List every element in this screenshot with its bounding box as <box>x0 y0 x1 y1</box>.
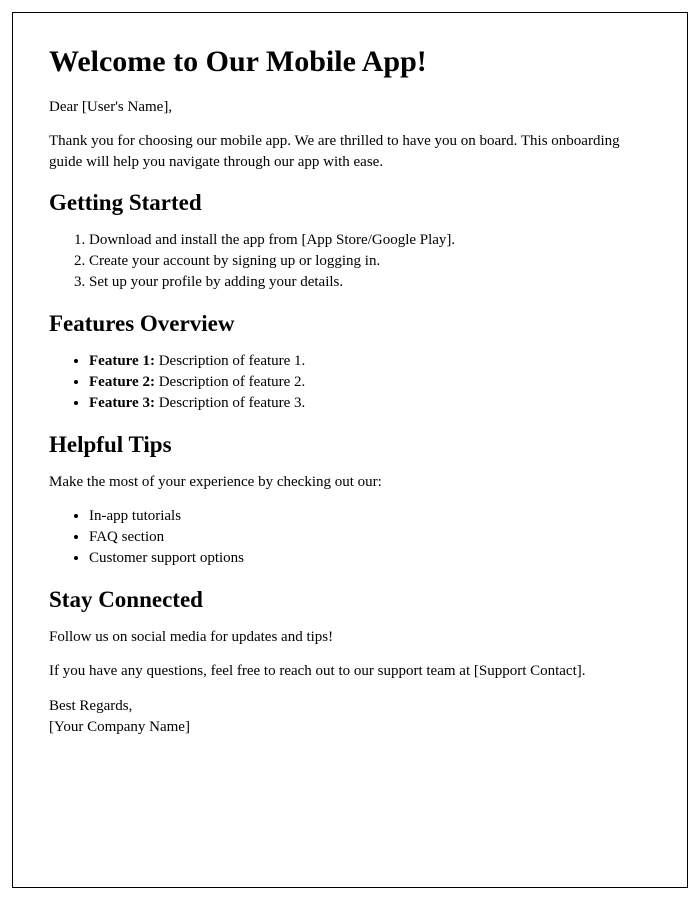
list-item: Set up your profile by adding your detai… <box>89 272 651 293</box>
connected-line1: Follow us on social media for updates an… <box>49 627 651 647</box>
feature-desc: Description of feature 1. <box>155 353 305 369</box>
features-list: Feature 1: Description of feature 1. Fea… <box>89 351 651 414</box>
list-item: Customer support options <box>89 548 651 569</box>
feature-desc: Description of feature 3. <box>155 395 305 411</box>
tips-intro: Make the most of your experience by chec… <box>49 472 651 492</box>
list-item: Feature 2: Description of feature 2. <box>89 372 651 393</box>
feature-label: Feature 3: <box>89 395 155 411</box>
connected-line2: If you have any questions, feel free to … <box>49 661 651 681</box>
signature-block: Best Regards, [Your Company Name] <box>49 696 651 738</box>
list-item: In-app tutorials <box>89 506 651 527</box>
getting-started-list: Download and install the app from [App S… <box>89 230 651 293</box>
feature-desc: Description of feature 2. <box>155 374 305 390</box>
intro-paragraph: Thank you for choosing our mobile app. W… <box>49 131 651 172</box>
document-container: Welcome to Our Mobile App! Dear [User's … <box>12 12 688 888</box>
feature-label: Feature 1: <box>89 353 155 369</box>
page-title: Welcome to Our Mobile App! <box>49 45 651 79</box>
features-heading: Features Overview <box>49 311 651 337</box>
signoff-company: [Your Company Name] <box>49 717 651 738</box>
greeting: Dear [User's Name], <box>49 97 651 117</box>
list-item: Create your account by signing up or log… <box>89 251 651 272</box>
getting-started-heading: Getting Started <box>49 190 651 216</box>
tips-heading: Helpful Tips <box>49 432 651 458</box>
list-item: FAQ section <box>89 527 651 548</box>
list-item: Feature 3: Description of feature 3. <box>89 393 651 414</box>
tips-list: In-app tutorials FAQ section Customer su… <box>89 506 651 569</box>
feature-label: Feature 2: <box>89 374 155 390</box>
list-item: Download and install the app from [App S… <box>89 230 651 251</box>
signoff-regards: Best Regards, <box>49 696 651 717</box>
connected-heading: Stay Connected <box>49 587 651 613</box>
list-item: Feature 1: Description of feature 1. <box>89 351 651 372</box>
